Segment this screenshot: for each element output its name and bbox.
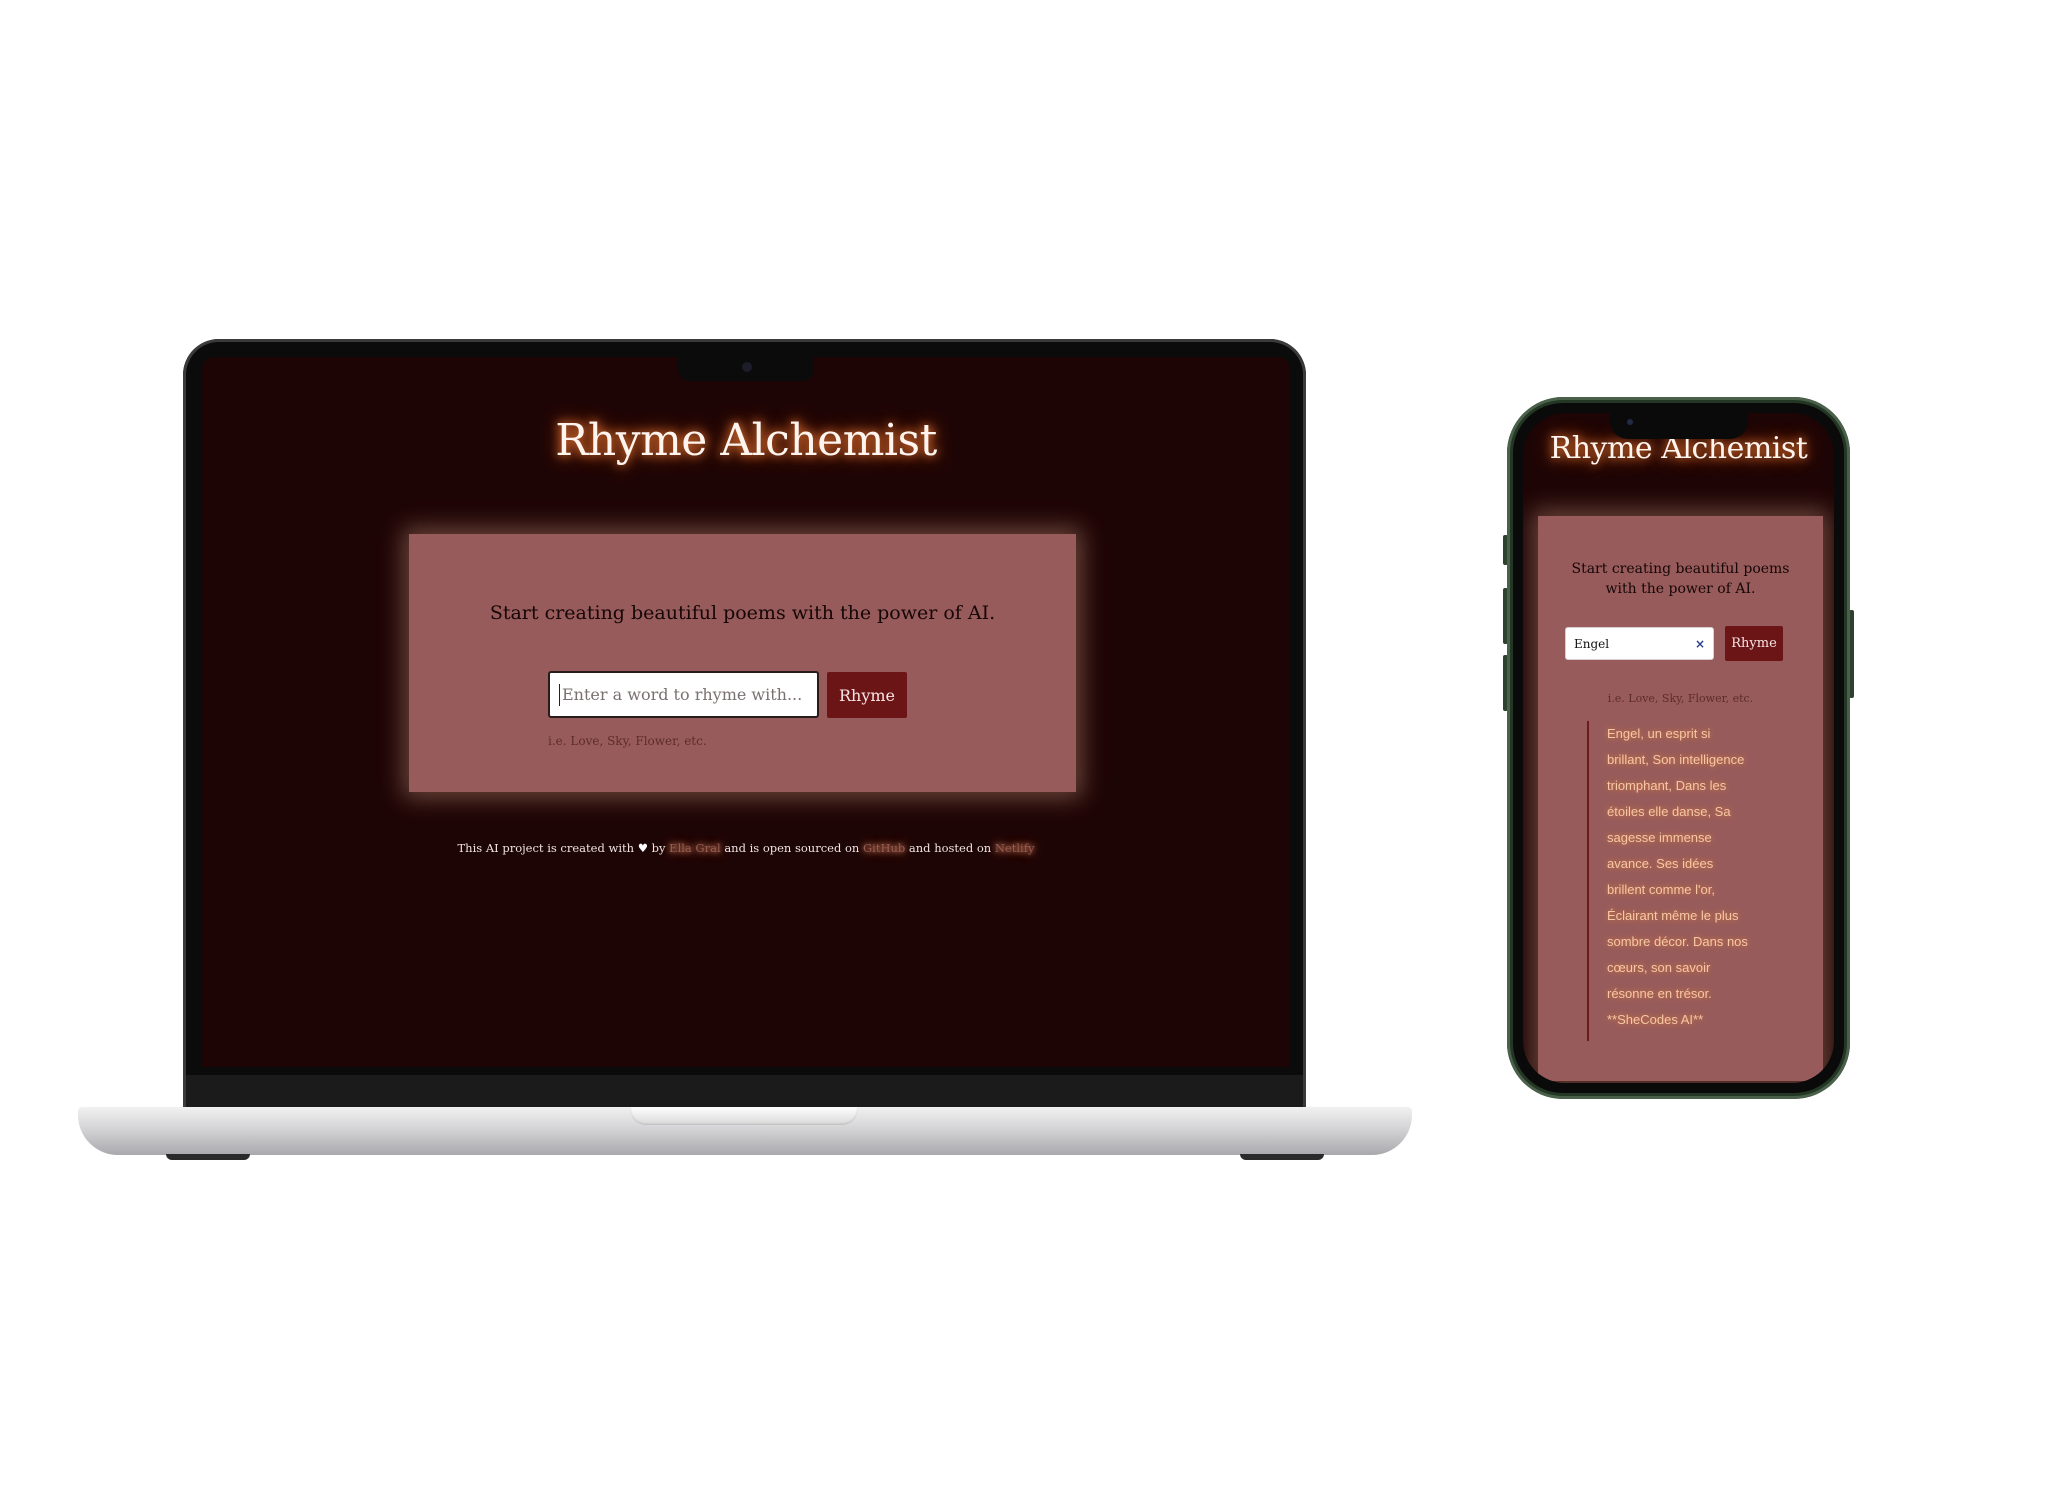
footer: This AI project is created with ♥ by Ell… — [202, 841, 1290, 855]
laptop-screen: Rhyme Alchemist Start creating beautiful… — [202, 357, 1290, 1067]
laptop-foot-right — [1240, 1154, 1324, 1160]
footer-text-1: This AI project is created with — [457, 841, 635, 855]
tagline: Start creating beautiful poems with the … — [489, 602, 996, 624]
input-hint: i.e. Love, Sky, Flower, etc. — [548, 734, 707, 748]
phone-screen: Rhyme Alchemist Start creating beautiful… — [1523, 413, 1834, 1083]
author-link[interactable]: Ella Gral — [669, 841, 720, 855]
input-hint: i.e. Love, Sky, Flower, etc. — [1607, 692, 1754, 705]
heart-icon: ♥ — [637, 841, 648, 855]
text-caret — [559, 683, 560, 706]
footer-text-3: and is open sourced on — [724, 841, 860, 855]
camera-icon — [1627, 419, 1633, 425]
netlify-link[interactable]: Netlify — [995, 841, 1035, 855]
word-input[interactable]: Enter a word to rhyme with... — [548, 671, 819, 718]
poem-output: Engel, un esprit si brillant, Son intell… — [1587, 721, 1752, 1041]
rhyme-button[interactable]: Rhyme — [827, 672, 907, 718]
tagline: Start creating beautiful poems with the … — [1571, 561, 1790, 597]
footer-text-2: by — [651, 841, 666, 855]
footer-text-4: and hosted on — [908, 841, 992, 855]
word-input[interactable]: Engel × — [1565, 627, 1714, 660]
search-card: Start creating beautiful poems with the … — [409, 534, 1076, 792]
phone-notch — [1610, 411, 1748, 439]
search-card: Start creating beautiful poems with the … — [1538, 516, 1823, 1081]
laptop-bezel — [186, 1075, 1303, 1109]
github-link[interactable]: GitHub — [863, 841, 905, 855]
laptop-hinge — [630, 1107, 858, 1125]
clear-icon[interactable]: × — [1695, 637, 1705, 651]
rhyme-button[interactable]: Rhyme — [1725, 626, 1783, 661]
app-title: Rhyme Alchemist — [555, 415, 937, 466]
camera-icon — [742, 362, 752, 372]
word-input-value: Engel — [1574, 636, 1610, 651]
laptop-foot-left — [166, 1154, 250, 1160]
word-input-placeholder: Enter a word to rhyme with... — [562, 685, 803, 704]
